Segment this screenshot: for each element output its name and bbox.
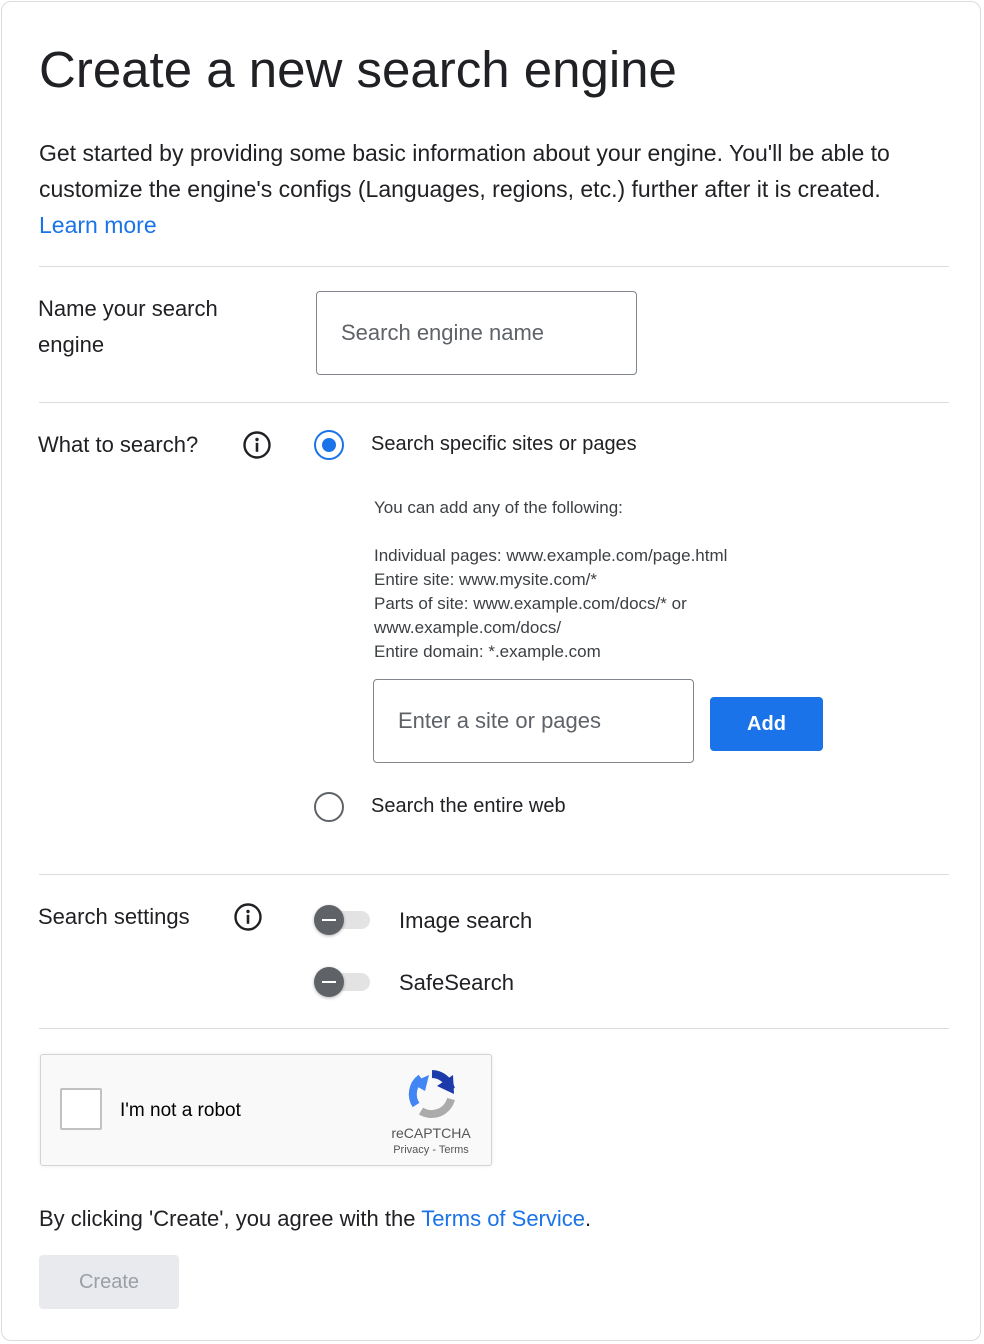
divider xyxy=(39,266,949,267)
safesearch-label: SafeSearch xyxy=(399,970,514,995)
what-to-search-label: What to search? xyxy=(38,432,199,457)
recaptcha-link-separator: - xyxy=(429,1144,439,1156)
help-line: Individual pages: www.example.com/page.h… xyxy=(374,546,728,565)
radio-entire-web[interactable] xyxy=(314,792,344,822)
recaptcha-label: I'm not a robot xyxy=(120,1100,241,1121)
name-label: Name your search engine xyxy=(38,296,218,357)
radio-specific-sites[interactable] xyxy=(314,430,344,460)
search-engine-name-input[interactable] xyxy=(316,291,637,375)
recaptcha-privacy-link[interactable]: Privacy xyxy=(393,1144,429,1156)
help-line: Parts of site: www.example.com/docs/* or xyxy=(374,594,687,613)
toggle-thumb xyxy=(314,905,344,935)
terms-suffix: . xyxy=(585,1206,592,1231)
intro-paragraph: Get started by providing some basic info… xyxy=(39,140,890,202)
terms-agreement: By clicking 'Create', you agree with the… xyxy=(39,1206,591,1232)
terms-prefix: By clicking 'Create', you agree with the xyxy=(39,1206,422,1231)
terms-of-service-link[interactable]: Terms of Service xyxy=(421,1206,585,1231)
site-input[interactable] xyxy=(373,679,694,763)
divider xyxy=(39,402,949,403)
divider xyxy=(39,874,949,875)
radio-specific-sites-label[interactable]: Search specific sites or pages xyxy=(371,433,637,456)
recaptcha-terms-link[interactable]: Terms xyxy=(439,1144,469,1156)
help-line: Entire site: www.mysite.com/* xyxy=(374,570,597,589)
intro-text: Get started by providing some basic info… xyxy=(39,135,949,243)
recaptcha-links: Privacy - Terms xyxy=(381,1144,481,1156)
image-search-label: Image search xyxy=(399,908,533,933)
help-line xyxy=(374,520,727,544)
help-line: Entire domain: *.example.com xyxy=(374,642,601,661)
site-help-text: You can add any of the following: Indivi… xyxy=(374,496,727,664)
safesearch-toggle[interactable] xyxy=(314,966,370,997)
recaptcha-brand: reCAPTCHA xyxy=(391,1125,471,1141)
image-search-toggle[interactable] xyxy=(314,904,370,935)
create-button[interactable]: Create xyxy=(39,1255,179,1309)
search-settings-label: Search settings xyxy=(38,904,190,929)
info-icon[interactable] xyxy=(233,902,263,932)
info-icon[interactable] xyxy=(242,430,272,460)
learn-more-link[interactable]: Learn more xyxy=(39,212,157,238)
recaptcha-checkbox[interactable] xyxy=(60,1088,102,1130)
recaptcha-widget: I'm not a robot reCAPTCHA Privacy - Term… xyxy=(40,1054,492,1166)
divider xyxy=(39,1028,949,1029)
toggle-thumb xyxy=(314,967,344,997)
recaptcha-logo-icon xyxy=(407,1069,457,1119)
page-title: Create a new search engine xyxy=(39,41,677,98)
add-button[interactable]: Add xyxy=(710,697,823,751)
help-line: www.example.com/docs/ xyxy=(374,618,562,637)
help-line: You can add any of the following: xyxy=(374,498,623,517)
radio-entire-web-label[interactable]: Search the entire web xyxy=(371,795,566,818)
create-engine-card: Create a new search engine Get started b… xyxy=(1,1,981,1341)
